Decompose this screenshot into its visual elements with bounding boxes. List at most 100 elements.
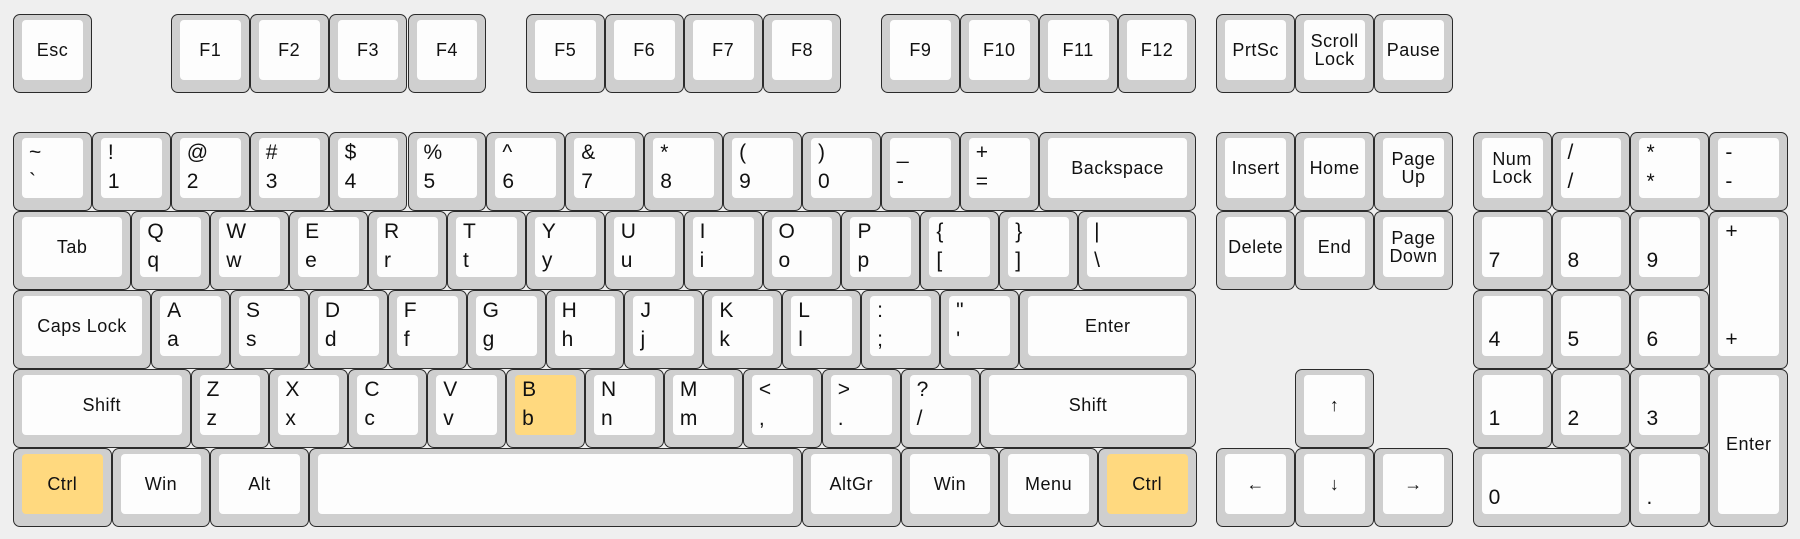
key-space[interactable]: ^ 6 — [486, 132, 566, 212]
key-d[interactable]: Dd — [308, 290, 388, 370]
key-9[interactable]: 9 — [1630, 211, 1710, 291]
key-space[interactable]: ! 1 — [91, 132, 171, 212]
key-insert[interactable]: Insert — [1216, 132, 1296, 212]
key-space[interactable]: + = — [959, 132, 1039, 212]
key-space[interactable]: & 7 — [565, 132, 645, 212]
key-m[interactable]: Mm — [663, 369, 743, 448]
key-end[interactable]: End — [1295, 211, 1375, 291]
key-f10[interactable]: F10 — [959, 14, 1039, 93]
key-x[interactable]: Xx — [269, 369, 349, 448]
key-space[interactable]: {[ — [920, 211, 1000, 291]
key-ctrl[interactable]: Ctrl — [13, 447, 112, 527]
key-delete[interactable]: Delete — [1216, 211, 1296, 291]
key-g[interactable]: Gg — [466, 290, 546, 370]
key-v[interactable]: Vv — [427, 369, 507, 448]
key-space[interactable]: <, — [742, 369, 822, 448]
key-space[interactable]: @2 — [170, 132, 250, 212]
key-space[interactable]: " ' — [940, 290, 1019, 370]
key-k[interactable]: Kk — [703, 290, 783, 370]
key-space[interactable]: -- — [1709, 132, 1789, 212]
key-f[interactable]: Ff — [387, 290, 467, 370]
key-space[interactable]: | \ — [1078, 211, 1197, 291]
key-space[interactable]: ↑ — [1295, 369, 1375, 448]
key-8[interactable]: 8 — [1551, 211, 1631, 291]
key-scroll-lock[interactable]: Scroll Lock — [1295, 14, 1375, 93]
key-e[interactable]: Ee — [289, 211, 369, 291]
key-caps-lock[interactable]: Caps Lock — [13, 290, 152, 370]
key-space[interactable]: % 5 — [407, 132, 487, 212]
key-q[interactable]: Qq — [131, 211, 211, 291]
key-l[interactable]: Ll — [782, 290, 862, 370]
key-tab[interactable]: Tab — [13, 211, 132, 291]
key-j[interactable]: Jj — [624, 290, 704, 370]
key-2[interactable]: 2 — [1551, 369, 1631, 448]
key-a[interactable]: Aa — [151, 290, 230, 370]
key-f6[interactable]: F6 — [604, 14, 684, 93]
key-prtsc[interactable]: PrtSc — [1216, 14, 1296, 93]
key-win[interactable]: Win — [111, 447, 211, 527]
key-f11[interactable]: F11 — [1038, 14, 1118, 93]
key-o[interactable]: Oo — [762, 211, 842, 291]
key-space[interactable]: ) 0 — [802, 132, 881, 212]
key-space[interactable]: (9 — [723, 132, 802, 212]
key-w[interactable]: Ww — [210, 211, 290, 291]
key-space[interactable]: / / — [1551, 132, 1631, 212]
key-f9[interactable]: F9 — [880, 14, 960, 93]
key-r[interactable]: Rr — [368, 211, 447, 291]
key-1[interactable]: 1 — [1472, 369, 1552, 448]
key-7[interactable]: 7 — [1472, 211, 1552, 291]
key-menu[interactable]: Menu — [999, 447, 1098, 527]
key-space[interactable]: #3 — [249, 132, 329, 212]
key-space[interactable]: + + — [1709, 211, 1789, 370]
key-win[interactable]: Win — [900, 447, 1000, 527]
key-alt[interactable]: Alt — [210, 447, 309, 527]
key-space[interactable]: ← — [1216, 447, 1296, 527]
key-space[interactable]: . — [1630, 447, 1710, 527]
key-space[interactable]: → — [1374, 447, 1453, 527]
key-space[interactable]: * 8 — [644, 132, 724, 212]
key-space[interactable]: * * — [1630, 132, 1710, 212]
key-f12[interactable]: F12 — [1117, 14, 1197, 93]
key-backspace[interactable]: Backspace — [1038, 132, 1197, 212]
key-shift[interactable]: Shift — [979, 369, 1197, 448]
key-h[interactable]: Hh — [545, 290, 625, 370]
key-space[interactable]: _ - — [880, 132, 960, 212]
key-b[interactable]: Bb — [506, 369, 586, 448]
key-pause[interactable]: Pause — [1374, 14, 1453, 93]
key-esc[interactable]: Esc — [13, 14, 92, 93]
key-6[interactable]: 6 — [1630, 290, 1710, 370]
key-space[interactable] — [308, 447, 802, 527]
key-0[interactable]: 0 — [1472, 447, 1631, 527]
key-c[interactable]: Cc — [348, 369, 428, 448]
key-home[interactable]: Home — [1295, 132, 1375, 212]
key-page-up[interactable]: Page Up — [1374, 132, 1453, 212]
key-f4[interactable]: F4 — [407, 14, 487, 93]
key-f8[interactable]: F8 — [762, 14, 842, 93]
key-altgr[interactable]: AltGr — [802, 447, 901, 527]
key-num-lock[interactable]: Num Lock — [1472, 132, 1552, 212]
key-4[interactable]: 4 — [1472, 290, 1552, 370]
key-page-down[interactable]: Page Down — [1374, 211, 1453, 291]
key-t[interactable]: Tt — [446, 211, 526, 291]
key-space[interactable]: >. — [821, 369, 901, 448]
key-y[interactable]: Yy — [525, 211, 605, 291]
key-5[interactable]: 5 — [1551, 290, 1631, 370]
key-f3[interactable]: F3 — [328, 14, 408, 93]
key-u[interactable]: Uu — [604, 211, 684, 291]
key-space[interactable]: }] — [999, 211, 1079, 291]
key-z[interactable]: Zz — [190, 369, 270, 448]
key-s[interactable]: Ss — [229, 290, 309, 370]
key-space[interactable]: :; — [861, 290, 941, 370]
key-enter[interactable]: Enter — [1018, 290, 1197, 370]
key-f7[interactable]: F7 — [683, 14, 763, 93]
key-3[interactable]: 3 — [1630, 369, 1710, 448]
key-f5[interactable]: F5 — [525, 14, 605, 93]
key-enter[interactable]: Enter — [1709, 369, 1789, 527]
key-space[interactable]: ~ ` — [13, 132, 92, 212]
key-ctrl[interactable]: Ctrl — [1097, 447, 1197, 527]
key-space[interactable]: ↓ — [1295, 447, 1375, 527]
key-shift[interactable]: Shift — [13, 369, 191, 448]
key-i[interactable]: Ii — [683, 211, 763, 291]
key-n[interactable]: Nn — [585, 369, 664, 448]
key-p[interactable]: Pp — [841, 211, 921, 291]
